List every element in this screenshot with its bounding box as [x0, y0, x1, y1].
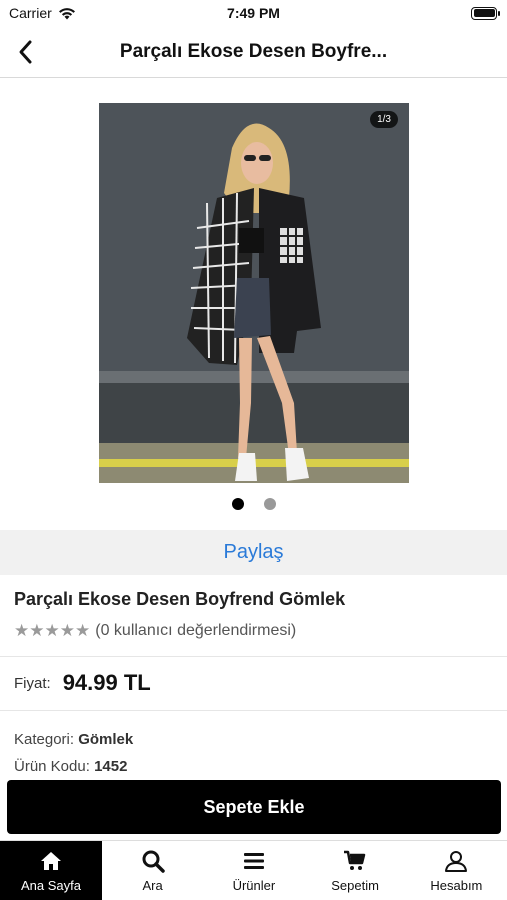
page-title: Parçalı Ekose Desen Boyfre...	[119, 40, 388, 62]
search-icon	[142, 850, 165, 873]
share-button[interactable]: Paylaş	[223, 541, 283, 564]
user-icon	[445, 850, 468, 872]
home-icon	[41, 851, 61, 870]
price-value: 94.99 TL	[62, 670, 151, 695]
chevron-left-icon	[19, 40, 32, 64]
star-icon: ★	[75, 621, 90, 640]
star-icon: ★	[29, 621, 44, 640]
product-code-value: 1452	[94, 758, 128, 775]
tab-label: Sepetim	[331, 877, 379, 893]
divider	[0, 710, 507, 711]
wifi-icon	[58, 7, 75, 19]
pager-dot-1[interactable]	[231, 498, 244, 510]
tab-home[interactable]: Ana Sayfa	[0, 841, 102, 900]
product-code-row: Ürün Kodu: 1452	[14, 758, 127, 775]
menu-icon	[243, 852, 264, 869]
status-left: Carrier	[9, 5, 76, 21]
tab-label: Ürünler	[232, 877, 276, 893]
product-name: Parçalı Ekose Desen Boyfrend Gömlek	[14, 589, 346, 609]
tab-label: Hesabım	[430, 877, 483, 893]
carrier-label: Carrier	[9, 5, 52, 21]
star-icon: ★	[44, 621, 60, 640]
image-counter: 1/3	[370, 111, 398, 128]
category-row: Kategori: Gömlek	[14, 731, 133, 748]
navigation-bar: Parçalı Ekose Desen Boyfre...	[0, 26, 507, 78]
add-to-cart-button[interactable]: Sepete Ekle	[7, 780, 501, 834]
category-value: Gömlek	[78, 731, 134, 748]
tab-search[interactable]: Ara	[102, 841, 203, 900]
tab-products[interactable]: Ürünler	[203, 841, 304, 900]
divider	[0, 656, 507, 657]
pager-dot-2[interactable]	[263, 498, 276, 510]
share-row: Paylaş	[0, 530, 507, 575]
tab-label: Ara	[142, 877, 163, 893]
status-bar: Carrier 7:49 PM	[0, 0, 507, 26]
star-rating: ★ ★ ★ ★ ★	[14, 621, 90, 641]
product-image[interactable]: 1/3	[99, 103, 409, 483]
price-label: Fiyat:	[14, 674, 51, 692]
rating-row: ★ ★ ★ ★ ★ (0 kullanıcı değerlendirmesi)	[14, 621, 296, 641]
product-photo	[99, 103, 409, 483]
battery-icon	[471, 6, 500, 20]
cart-icon	[344, 850, 366, 870]
tab-cart[interactable]: Sepetim	[305, 841, 406, 900]
rating-count: (0 kullanıcı değerlendirmesi)	[95, 622, 297, 639]
tab-account[interactable]: Hesabım	[406, 841, 507, 900]
product-code-label: Ürün Kodu:	[14, 758, 90, 775]
image-pager	[0, 498, 507, 510]
star-icon: ★	[59, 621, 75, 640]
tab-label: Ana Sayfa	[21, 877, 81, 893]
category-label: Kategori:	[14, 731, 75, 748]
status-time: 7:49 PM	[227, 5, 280, 21]
tab-bar: Ana Sayfa Ara Ürünler Sepetim Hesabım	[0, 840, 507, 900]
star-icon: ★	[14, 621, 29, 640]
back-button[interactable]	[8, 34, 44, 70]
price-row: Fiyat: 94.99 TL	[14, 670, 151, 696]
